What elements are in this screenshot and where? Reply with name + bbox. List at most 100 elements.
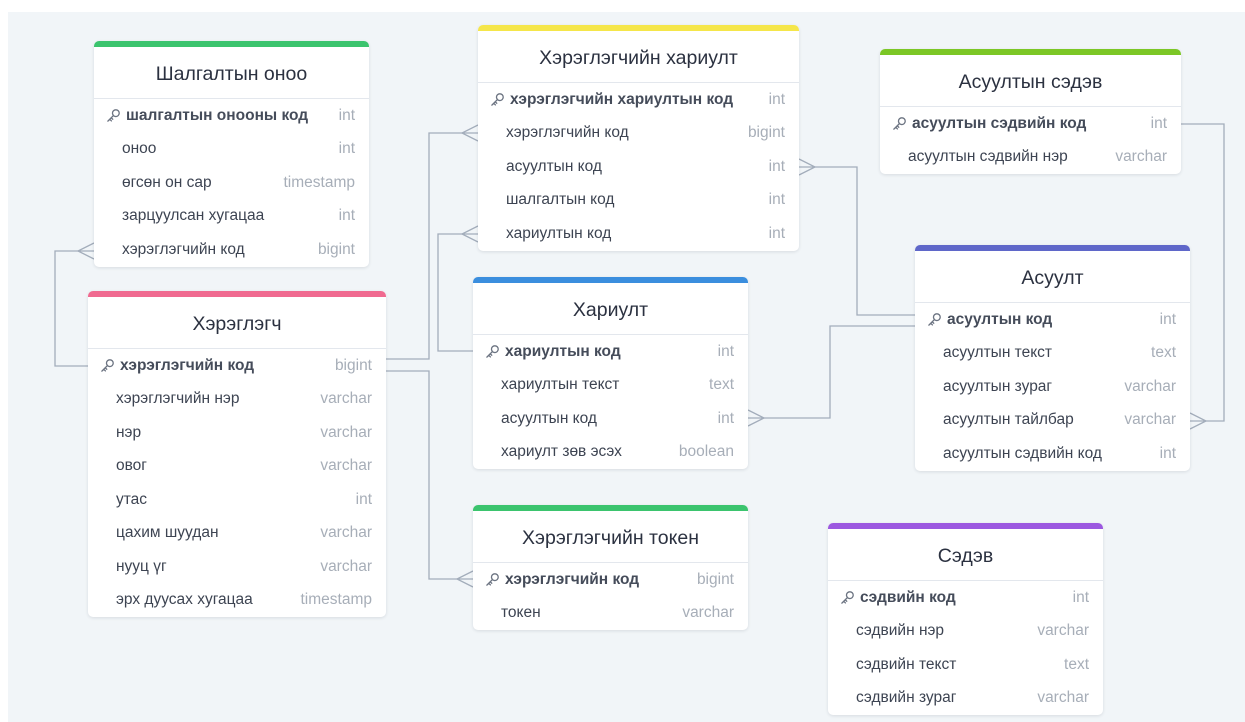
column-type: varchar	[1124, 411, 1176, 429]
column-name-text: утас	[116, 490, 148, 508]
column-row[interactable]: хэрэглэгчийн код bigint	[94, 233, 369, 267]
column-name-text: хэрэглэгчийн код	[506, 124, 629, 142]
column-row[interactable]: асуултын код int	[473, 402, 748, 436]
column-row[interactable]: сэдвийн зураг varchar	[828, 682, 1103, 716]
column-name-text: хэрэглэгчийн хариултын код	[510, 90, 734, 108]
column-row[interactable]: хариултын код int	[478, 217, 799, 251]
column-type: int	[355, 490, 372, 508]
column-name-text: цахим шуудан	[116, 524, 219, 542]
table-hereglegch[interactable]: Хэрэглэгч хэрэглэгчийн код bigint хэрэглэгч…	[88, 291, 386, 617]
table-hereglegchiin-token[interactable]: Хэрэглэгчийн токен хэрэглэгчийн код bigint…	[473, 505, 748, 630]
column-row[interactable]: өгсөн он сар timestamp	[94, 166, 369, 200]
column-name-text: шалгалтын онооны код	[126, 106, 309, 124]
column-name-text: хариултын код	[505, 342, 621, 360]
column-type: int	[338, 106, 355, 124]
column-row[interactable]: асуултын сэдвийн нэр varchar	[880, 141, 1181, 175]
primary-key-row[interactable]: шалгалтын онооны код int	[94, 99, 369, 133]
column-name: хэрэглэгчийн код	[100, 357, 254, 375]
column-type: varchar	[320, 557, 372, 575]
column-name: өгсөн он сар	[122, 174, 212, 192]
column-name-text: асуултын текст	[943, 344, 1053, 362]
column-name-text: овог	[116, 457, 147, 475]
column-name-text: сэдвийн зураг	[856, 689, 957, 707]
column-row[interactable]: асуултын текст text	[915, 337, 1190, 371]
key-icon	[928, 313, 941, 327]
column-type: bigint	[747, 124, 785, 142]
primary-key-row[interactable]: асуултын сэдвийн код int	[880, 107, 1181, 141]
table-asuult[interactable]: Асуулт асуултын код int асуултын текст text а…	[915, 245, 1190, 471]
table-asuultyn-sedev[interactable]: Асуултын сэдэв асуултын сэдвийн код int асу…	[880, 49, 1181, 174]
key-icon	[486, 573, 499, 587]
column-row[interactable]: шалгалтын код int	[478, 184, 799, 218]
column-row[interactable]: хэрэглэгчийн код bigint	[478, 117, 799, 151]
column-row[interactable]: утас int	[88, 483, 386, 517]
column-name-text: токен	[501, 604, 541, 622]
column-name: хэрэглэгчийн нэр	[116, 390, 239, 408]
column-type: varchar	[320, 423, 372, 441]
column-row[interactable]: эрх дуусах хугацаа timestamp	[88, 584, 386, 618]
column-row[interactable]: асуултын сэдвийн код int	[915, 437, 1190, 471]
column-name-text: сэдвийн код	[860, 588, 956, 606]
table-title: Хэрэглэгч	[88, 291, 386, 349]
column-type: int	[1159, 310, 1176, 328]
column-name: асуултын зураг	[943, 378, 1052, 396]
column-name-text: хариултын код	[506, 224, 612, 242]
column-name-text: зарцуулсан хугацаа	[122, 207, 265, 225]
column-row[interactable]: хариулт зөв эсэх boolean	[473, 436, 748, 470]
column-name: цахим шуудан	[116, 524, 219, 542]
column-row[interactable]: цахим шуудан varchar	[88, 517, 386, 551]
column-row[interactable]: оноо int	[94, 133, 369, 167]
table-sedev[interactable]: Сэдэв сэдвийн код int сэдвийн нэр varchar сэд…	[828, 523, 1103, 715]
key-icon	[101, 359, 114, 373]
table-hariult[interactable]: Хариулт хариултын код int хариултын текст te…	[473, 277, 748, 469]
column-row[interactable]: сэдвийн текст text	[828, 648, 1103, 682]
column-type: varchar	[320, 390, 372, 408]
key-icon	[107, 109, 120, 123]
column-name-text: хариулт зөв эсэх	[501, 443, 622, 461]
column-name: асуултын код	[927, 311, 1052, 329]
column-name: асуултын сэдвийн код	[892, 115, 1086, 133]
primary-key-row[interactable]: сэдвийн код int	[828, 581, 1103, 615]
column-type: int	[768, 90, 785, 108]
primary-key-row[interactable]: асуултын код int	[915, 303, 1190, 337]
column-type: varchar	[1115, 148, 1167, 166]
table-title: Сэдэв	[828, 523, 1103, 581]
column-name: асуултын текст	[943, 344, 1052, 362]
table-title: Хариулт	[473, 277, 748, 335]
column-name-text: нууц үг	[116, 557, 167, 575]
column-type: int	[1159, 444, 1176, 462]
primary-key-row[interactable]: хариултын код int	[473, 335, 748, 369]
column-row[interactable]: хариултын текст text	[473, 369, 748, 403]
table-title: Хэрэглэгчийн токен	[473, 505, 748, 563]
column-type: text	[709, 376, 734, 394]
column-name: овог	[116, 457, 147, 475]
column-name: хэрэглэгчийн хариултын код	[490, 91, 733, 109]
column-row[interactable]: нууц үг varchar	[88, 550, 386, 584]
table-title: Хэрэглэгчийн хариулт	[478, 25, 799, 83]
primary-key-row[interactable]: хэрэглэгчийн код bigint	[473, 563, 748, 597]
key-icon	[841, 591, 854, 605]
column-row[interactable]: токен varchar	[473, 597, 748, 631]
column-row[interactable]: овог varchar	[88, 450, 386, 484]
table-shalgaltyn-onoo[interactable]: Шалгалтын оноо шалгалтын онооны код int оно…	[94, 41, 369, 267]
column-row[interactable]: хэрэглэгчийн нэр varchar	[88, 383, 386, 417]
column-row[interactable]: нэр varchar	[88, 416, 386, 450]
primary-key-row[interactable]: хэрэглэгчийн код bigint	[88, 349, 386, 383]
column-name-text: асуултын код	[501, 409, 597, 427]
column-name: оноо	[122, 140, 156, 158]
column-type: varchar	[320, 457, 372, 475]
column-row[interactable]: асуултын тайлбар varchar	[915, 404, 1190, 438]
table-hereglegchiin-hariult[interactable]: Хэрэглэгчийн хариулт хэрэглэгчийн хариулт…	[478, 25, 799, 251]
column-row[interactable]: зарцуулсан хугацаа int	[94, 200, 369, 234]
primary-key-row[interactable]: хэрэглэгчийн хариултын код int	[478, 83, 799, 117]
table-title: Шалгалтын оноо	[94, 41, 369, 99]
column-name-text: оноо	[122, 140, 157, 158]
key-icon	[486, 345, 499, 359]
column-row[interactable]: сэдвийн нэр varchar	[828, 615, 1103, 649]
column-name-text: хэрэглэгчийн код	[120, 356, 255, 374]
column-type: bigint	[334, 356, 372, 374]
column-row[interactable]: асуултын код int	[478, 150, 799, 184]
column-type: timestamp	[283, 173, 356, 191]
column-row[interactable]: асуултын зураг varchar	[915, 370, 1190, 404]
column-type: int	[1150, 114, 1167, 132]
